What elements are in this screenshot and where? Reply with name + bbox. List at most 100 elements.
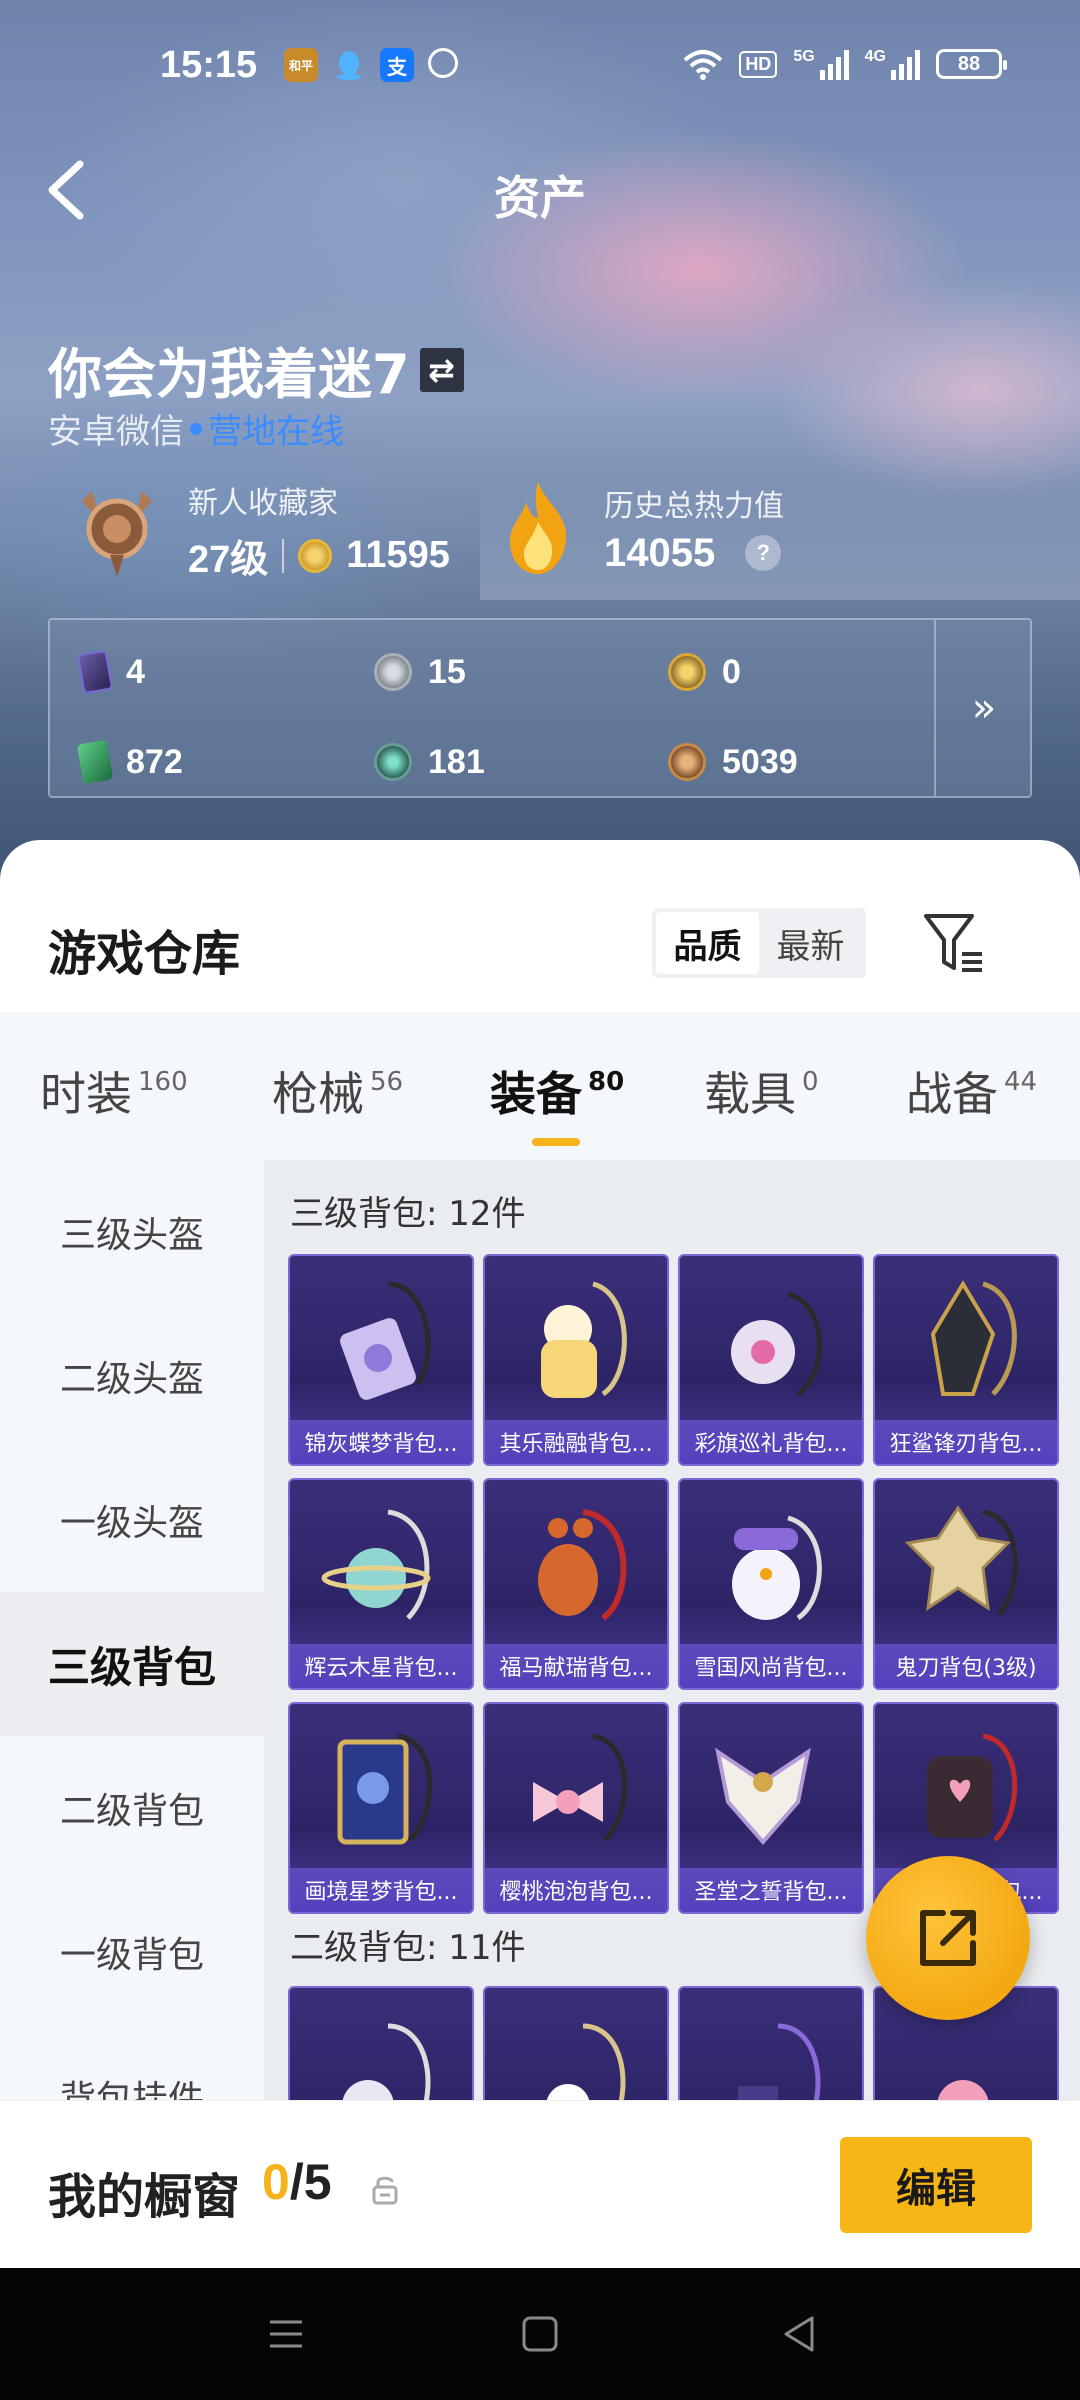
help-icon[interactable]: ? [745, 535, 782, 571]
item-card[interactable] [678, 1986, 864, 2110]
currency-item: 5039 [668, 724, 950, 800]
currency-value: 5039 [722, 742, 798, 781]
collector-badge[interactable]: 新人收藏家 27级 11595 [72, 478, 450, 583]
switch-account-icon[interactable]: ⇄ [419, 347, 464, 392]
heat-stat: 历史总热力值 14055 ? [498, 478, 784, 578]
backpack-art [541, 1281, 627, 1398]
warehouse-sheet: 游戏仓库 品质 最新 时装 160 枪械 56 装备 80 载具 0 战备 44 三级头盔… [0, 840, 1080, 2270]
sidebar-item-lv3-helmet[interactable]: 三级头盔 [0, 1160, 264, 1304]
showcase-count: 0/5 [262, 2154, 332, 2210]
item-card[interactable]: 彩旗巡礼背包... [678, 1254, 864, 1466]
signal-5g-icon: 5G [793, 48, 849, 80]
menu-icon[interactable] [262, 2310, 310, 2358]
platform-label: 安卓微信 [48, 412, 184, 452]
collector-coin-icon [298, 538, 333, 573]
item-card[interactable]: 樱桃泡泡背包... [483, 1702, 669, 1914]
item-card[interactable]: 锦灰蝶梦背包... [288, 1254, 474, 1466]
collector-title: 新人收藏家 [188, 486, 338, 521]
sidebar-item-lv3-backpack[interactable]: 三级背包 [0, 1592, 264, 1736]
online-dot-icon [190, 422, 202, 435]
currency-panel[interactable]: 4 15 0 872 181 5039 » [48, 618, 1032, 798]
tab-equipment[interactable]: 装备 80 [490, 1058, 624, 1124]
flame-icon [510, 482, 567, 574]
game-app-icon: 和平 [284, 48, 318, 82]
warehouse-title: 游戏仓库 [48, 926, 241, 982]
back-nav-icon[interactable] [776, 2310, 824, 2358]
share-icon [920, 1910, 976, 1966]
currency-item: 15 [374, 634, 668, 710]
sort-quality-button[interactable]: 品质 [656, 912, 759, 974]
expand-currencies-icon[interactable]: » [936, 620, 1032, 796]
purple-card-icon [76, 649, 114, 695]
heat-title: 历史总热力值 [604, 488, 784, 524]
backpack-art [321, 1509, 431, 1620]
collector-medal-icon [82, 490, 152, 577]
item-card[interactable]: 辉云木星背包... [288, 1478, 474, 1690]
currency-item: 872 [76, 724, 374, 800]
item-card[interactable] [483, 1986, 669, 2110]
chat-icon [428, 48, 458, 78]
currency-item: 0 [668, 634, 950, 710]
page-title: 资产 [494, 171, 586, 225]
item-card[interactable]: 其乐融融背包... [483, 1254, 669, 1466]
alipay-icon: 支 [380, 48, 414, 82]
backpack-art [732, 1515, 822, 1621]
share-button[interactable] [866, 1856, 1030, 2020]
item-card[interactable]: 雪国风尚背包... [678, 1478, 864, 1690]
tab-gear[interactable]: 战备 44 [906, 1058, 1037, 1124]
item-card[interactable] [288, 1986, 474, 2110]
backpack-art [715, 1747, 811, 1846]
wifi-icon [683, 50, 723, 80]
backpack-art [927, 1733, 1018, 1842]
bronze-coin-icon [668, 743, 706, 781]
backpack-art [340, 1281, 431, 1400]
tab-vehicles[interactable]: 载具 0 [704, 1058, 819, 1124]
currency-value: 0 [722, 652, 741, 691]
notification-icons: 和平 支 [284, 48, 458, 82]
backpack-art [930, 1280, 1017, 1396]
sidebar-item-lv2-backpack[interactable]: 二级背包 [0, 1736, 264, 1880]
backpack-art [538, 1509, 627, 1621]
username: 你会为我着迷7 ⇄ [48, 330, 464, 409]
tab-fashion[interactable]: 时装 160 [40, 1058, 188, 1124]
sidebar-item-lv1-helmet[interactable]: 一级头盔 [0, 1448, 264, 1592]
account-subinfo: 安卓微信 营地在线 [48, 404, 344, 453]
system-indicators: HD 5G 4G 88 [683, 48, 1007, 80]
online-status: 营地在线 [208, 412, 344, 452]
currency-value: 4 [126, 652, 145, 691]
edit-button[interactable]: 编辑 [840, 2137, 1032, 2233]
home-icon[interactable] [516, 2310, 564, 2358]
signal-4g-icon: 4G [865, 48, 920, 80]
section-title: 三级背包: 12件 [290, 1194, 526, 1234]
sidebar-item-lv1-backpack[interactable]: 一级背包 [0, 1880, 264, 2024]
section-title: 二级背包: 11件 [290, 1928, 526, 1968]
showcase-label: 我的橱窗 [48, 2169, 241, 2225]
sort-latest-button[interactable]: 最新 [759, 912, 862, 974]
gold-coin-icon [668, 653, 706, 691]
currency-value: 872 [126, 742, 183, 781]
currency-value: 15 [428, 652, 466, 691]
silver-coin-icon [374, 653, 412, 691]
backpack-art [337, 1733, 433, 1845]
sidebar-item-lv2-helmet[interactable]: 二级头盔 [0, 1304, 264, 1448]
item-card[interactable]: 狂鲨锋刃背包... [873, 1254, 1059, 1466]
item-card[interactable]: 画境星梦背包... [288, 1702, 474, 1914]
filter-button[interactable] [922, 910, 986, 976]
currency-value: 181 [428, 742, 485, 781]
username-text: 你会为我着迷7 [48, 343, 410, 406]
hd-badge: HD [739, 50, 778, 78]
item-card[interactable]: 福马献瑞背包... [483, 1478, 669, 1690]
backpack-art [904, 1505, 1018, 1616]
backpack-art [342, 2023, 431, 2110]
backpack-art [937, 2080, 989, 2110]
status-bar: 15:15 和平 支 HD 5G 4G 88 [0, 0, 1080, 130]
collector-points: 11595 [346, 534, 450, 576]
collector-level: 27级 [188, 539, 269, 581]
active-tab-indicator [532, 1138, 580, 1146]
backpack-art [738, 2023, 821, 2110]
item-card[interactable]: 圣堂之誓背包... [678, 1702, 864, 1914]
status-time: 15:15 [160, 44, 258, 86]
tab-weapons[interactable]: 枪械 56 [272, 1058, 403, 1124]
filter-icon [924, 914, 982, 972]
item-card[interactable]: 鬼刀背包(3级) [873, 1478, 1059, 1690]
